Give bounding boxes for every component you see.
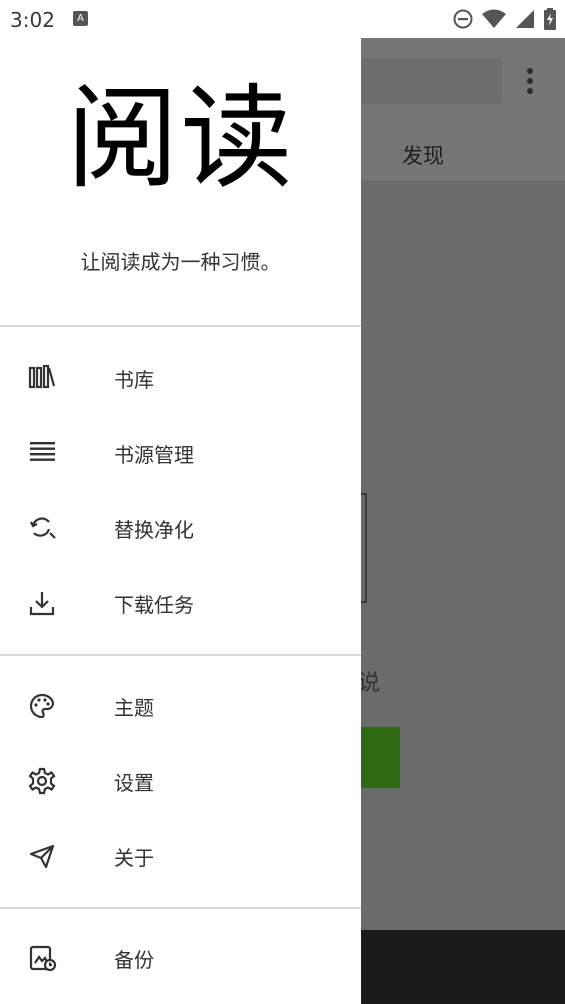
menu-item-label: 主题 [114,696,154,720]
menu-item-label: 下载任务 [114,593,194,617]
menu-item-replace[interactable]: 替换净化 [0,490,361,565]
bookshelf-icon [28,364,60,392]
gear-icon [28,767,60,795]
background-green-button [356,727,400,788]
divider [0,654,361,656]
app-logo: 阅读 [66,74,295,204]
menu-item-download[interactable]: 下载任务 [0,565,361,640]
menu-item-backup[interactable]: 备份 [0,920,361,995]
status-icons [452,7,557,31]
dnd-icon [452,8,474,30]
status-time: 3:02 [10,8,55,32]
send-icon [28,842,60,870]
notification-a-icon: A [73,11,88,26]
background-partial-text: 说 [358,671,381,696]
download-icon [28,589,60,617]
navigation-drawer: 阅读 让阅读成为一种习惯。 书库 书源管理 替换净化 下载任务 主题 设置 关于… [0,38,361,1004]
menu-item-label: 关于 [114,846,154,870]
menu-item-theme[interactable]: 主题 [0,668,361,743]
background-search-box [362,58,502,104]
app-slogan: 让阅读成为一种习惯。 [80,250,281,274]
menu-item-book-source[interactable]: 书源管理 [0,415,361,490]
battery-icon [543,8,557,30]
menu-item-about[interactable]: 关于 [0,818,361,893]
menu-item-bookshelf[interactable]: 书库 [0,340,361,415]
more-options-icon [524,68,536,98]
menu-item-settings[interactable]: 设置 [0,743,361,818]
status-bar: 3:02 A [0,0,565,38]
tab-discover: 发现 [402,144,444,168]
menu-item-label: 设置 [114,771,154,795]
wifi-icon [481,8,507,30]
menu-item-label: 书库 [114,368,154,392]
menu-item-label: 备份 [114,948,154,972]
menu-item-label: 替换净化 [114,518,194,542]
divider [0,907,361,909]
backup-icon [28,944,60,972]
replace-search-icon [28,514,60,542]
divider [0,325,361,327]
list-icon [28,439,60,467]
menu-item-label: 书源管理 [114,443,194,467]
palette-icon [28,692,60,720]
signal-icon [514,8,536,30]
